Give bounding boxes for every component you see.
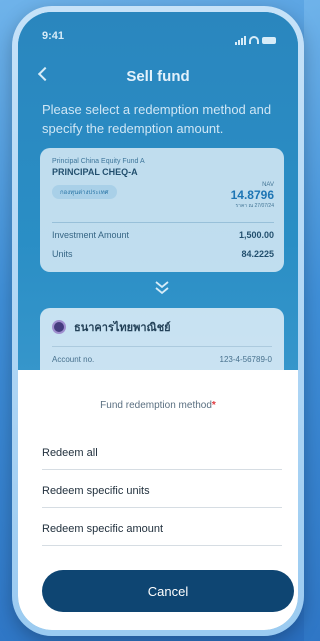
option-redeem-specific-units[interactable]: Redeem specific units (42, 478, 282, 508)
fund-subtitle: Principal China Equity Fund A (52, 158, 145, 165)
header: Sell fund (18, 64, 298, 88)
units-label: Units (52, 249, 73, 259)
signal-icon (235, 35, 246, 45)
investment-label: Investment Amount (52, 230, 130, 240)
option-redeem-specific-amount[interactable]: Redeem specific amount (42, 516, 282, 546)
fund-category-badge: กองทุนต่างประเทศ (52, 185, 117, 199)
investment-value: 1,500.00 (238, 230, 274, 240)
nav-value: 14.8796 (230, 188, 274, 202)
option-redeem-all[interactable]: Redeem all (42, 440, 282, 470)
screen: 9:41 Sell fund Please select a redemptio… (18, 12, 298, 630)
battery-icon (262, 36, 276, 44)
status-time: 9:41 (42, 30, 65, 42)
fund-name: PRINCIPAL CHEQ-A (52, 167, 138, 177)
redemption-method-sheet: Fund redemption method* Redeem all Redee… (18, 370, 298, 630)
units-row: Units 84.2225 (52, 249, 274, 259)
sheet-title: Fund redemption method* (18, 400, 298, 411)
instructions-text: Please select a redemption method and sp… (42, 102, 272, 136)
units-value: 84.2225 (241, 249, 274, 259)
status-bar: 9:41 (18, 30, 298, 50)
wifi-icon (249, 36, 259, 44)
required-mark: * (211, 400, 216, 411)
divider (52, 222, 274, 223)
page-title: Sell fund (126, 67, 190, 85)
account-value: 123-4-56789-0 (219, 355, 272, 364)
cancel-button[interactable]: Cancel (42, 570, 294, 612)
account-row: Account no. 123-4-56789-0 (52, 355, 272, 364)
investment-row: Investment Amount 1,500.00 (52, 230, 274, 240)
fund-card: Principal China Equity Fund A PRINCIPAL … (40, 148, 284, 272)
bank-name: ธนาคารไทยพาณิชย์ (74, 322, 171, 334)
double-chevron-down-icon (155, 281, 169, 295)
account-label: Account no. (52, 355, 95, 364)
back-icon[interactable] (37, 66, 53, 82)
phone-frame: 9:41 Sell fund Please select a redemptio… (12, 6, 304, 636)
nav-date: ราคา ณ 27/07/24 (235, 203, 274, 209)
nav-box: NAV 14.8796 ราคา ณ 27/07/24 (231, 182, 274, 210)
sheet-title-text: Fund redemption method (100, 400, 212, 411)
divider (52, 346, 272, 347)
bank-logo-icon (52, 320, 66, 334)
